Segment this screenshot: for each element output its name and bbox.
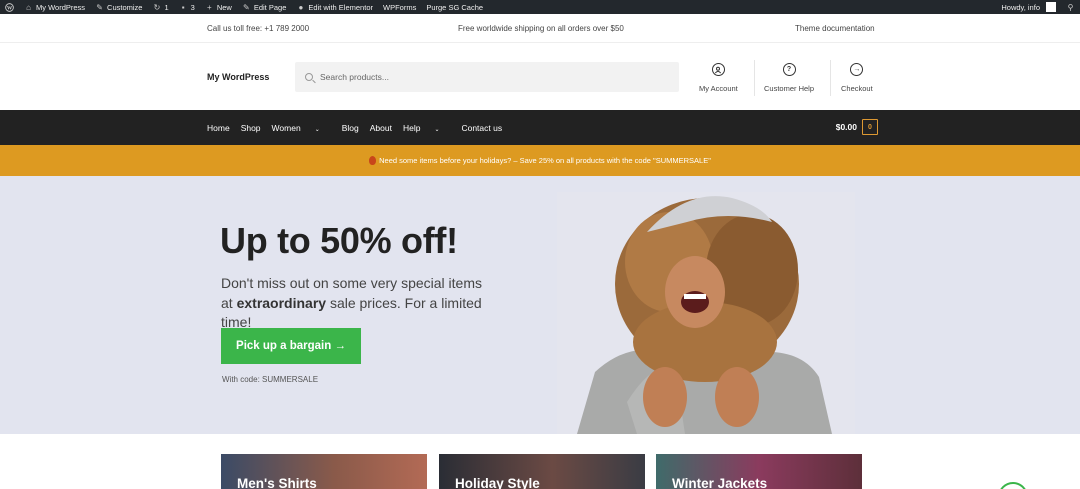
nav-item-blog[interactable]: Blog bbox=[342, 123, 359, 133]
category-tile-mens-shirts[interactable]: Men's Shirts bbox=[221, 454, 427, 489]
admin-site-name-label: My WordPress bbox=[36, 2, 86, 12]
howdy-label: Howdy, info bbox=[1001, 2, 1040, 12]
admin-edit-page-label: Edit Page bbox=[253, 2, 287, 12]
pencil-icon: ✎ bbox=[242, 2, 250, 12]
nav-item-contact[interactable]: Contact us bbox=[461, 123, 502, 133]
chevron-down-icon: ⌄ bbox=[434, 126, 440, 133]
cart-count-badge: 0 bbox=[862, 119, 878, 135]
hero-model-image bbox=[557, 192, 855, 434]
checkout-link[interactable]: → Checkout bbox=[841, 63, 873, 93]
wordpress-logo-icon: W bbox=[5, 2, 14, 12]
hero-section: Up to 50% off! Don't miss out on some ve… bbox=[0, 176, 1080, 434]
category-tile-label: Men's Shirts bbox=[237, 476, 317, 489]
site-header: My WordPress My Account ? Customer Help … bbox=[0, 43, 1080, 110]
promo-text: Need some items before your holidays? – … bbox=[379, 156, 711, 165]
pick-bargain-button[interactable]: Pick up a bargain → bbox=[221, 328, 361, 364]
brush-icon: ✎ bbox=[96, 2, 103, 12]
category-tile-label: Winter Jackets bbox=[672, 476, 768, 489]
admin-edit-elementor[interactable]: ● Edit with Elementor bbox=[291, 0, 378, 14]
admin-edit-elementor-label: Edit with Elementor bbox=[308, 2, 373, 12]
header-divider bbox=[830, 60, 831, 96]
admin-search[interactable]: ⚲ bbox=[1061, 0, 1080, 14]
elementor-icon: ● bbox=[298, 2, 304, 12]
refresh-icon: ↻ bbox=[153, 2, 161, 12]
product-search[interactable] bbox=[295, 62, 679, 92]
hero-subtitle: Don't miss out on some very special item… bbox=[221, 274, 491, 333]
hero-title: Up to 50% off! bbox=[220, 220, 458, 261]
nav-item-about[interactable]: About bbox=[370, 123, 392, 133]
hero-subtitle-bold: extraordinary bbox=[236, 294, 327, 311]
arrow-right-circle-icon: → bbox=[850, 63, 864, 76]
nav-item-help-label: Help bbox=[402, 122, 421, 133]
primary-nav: Home Shop Women ⌄ Blog About Help ⌄ Contac… bbox=[0, 110, 1080, 145]
admin-purge-cache[interactable]: Purge SG Cache bbox=[421, 0, 488, 14]
avatar bbox=[1046, 2, 1056, 12]
checkout-label: Checkout bbox=[841, 84, 873, 93]
admin-wpforms-label: WPForms bbox=[383, 2, 417, 12]
my-account-label: My Account bbox=[699, 84, 738, 93]
admin-purge-cache-label: Purge SG Cache bbox=[426, 2, 484, 12]
search-icon bbox=[305, 73, 313, 81]
nav-item-shop[interactable]: Shop bbox=[241, 123, 261, 133]
site-title[interactable]: My WordPress bbox=[207, 72, 269, 82]
comment-icon: ▪ bbox=[181, 2, 185, 12]
user-icon bbox=[711, 63, 725, 76]
admin-account-menu[interactable]: Howdy, info bbox=[996, 0, 1061, 14]
customer-help-label: Customer Help bbox=[764, 84, 815, 93]
customer-help-link[interactable]: ? Customer Help bbox=[764, 63, 814, 93]
help-icon: ? bbox=[782, 63, 796, 76]
cart-total: $0.00 bbox=[835, 122, 857, 132]
nav-item-home[interactable]: Home bbox=[207, 123, 230, 133]
phone-text: Call us toll free: +1 789 2000 bbox=[207, 24, 310, 33]
theme-docs-link[interactable]: Theme documentation bbox=[795, 24, 875, 33]
chat-widget-button[interactable] bbox=[998, 482, 1028, 489]
fire-icon bbox=[369, 156, 377, 165]
shipping-text: Free worldwide shipping on all orders ov… bbox=[458, 24, 624, 33]
admin-customize[interactable]: ✎ Customize bbox=[90, 0, 147, 14]
category-tile-label: Holiday Style bbox=[455, 476, 540, 489]
admin-new[interactable]: + New bbox=[200, 0, 237, 14]
nav-item-women[interactable]: Women ⌄ bbox=[272, 123, 331, 133]
wp-logo-menu[interactable]: W bbox=[0, 0, 19, 14]
admin-comments-count: 3 bbox=[190, 2, 195, 12]
admin-updates[interactable]: ↻ 1 bbox=[147, 0, 173, 14]
my-account-link[interactable]: My Account bbox=[699, 63, 738, 93]
search-input[interactable] bbox=[320, 72, 660, 82]
header-divider bbox=[754, 60, 755, 96]
admin-wpforms[interactable]: WPForms bbox=[378, 0, 421, 14]
category-tile-winter-jackets[interactable]: Winter Jackets bbox=[656, 454, 862, 489]
category-tile-holiday-style[interactable]: Holiday Style bbox=[439, 454, 645, 489]
info-bar: Call us toll free: +1 789 2000 Free worl… bbox=[0, 14, 1080, 43]
wp-admin-bar: W ⌂ My WordPress ✎ Customize ↻ 1 ▪ 3 + N… bbox=[0, 0, 1080, 14]
nav-item-women-label: Women bbox=[271, 122, 301, 133]
admin-customize-label: Customize bbox=[107, 2, 143, 12]
promo-code-text: With code: SUMMERSALE bbox=[222, 375, 319, 384]
admin-updates-count: 1 bbox=[164, 2, 169, 12]
admin-site-name[interactable]: ⌂ My WordPress bbox=[19, 0, 90, 14]
admin-edit-page[interactable]: ✎ Edit Page bbox=[237, 0, 292, 14]
cart-link[interactable]: $0.00 0 bbox=[836, 119, 878, 135]
chevron-down-icon: ⌄ bbox=[314, 126, 320, 133]
admin-comments[interactable]: ▪ 3 bbox=[174, 0, 200, 14]
admin-new-label: New bbox=[216, 2, 232, 12]
promo-banner: Need some items before your holidays? – … bbox=[0, 145, 1080, 176]
nav-item-help[interactable]: Help ⌄ bbox=[403, 123, 451, 133]
home-icon: ⌂ bbox=[26, 2, 31, 12]
svg-text:W: W bbox=[7, 5, 13, 11]
plus-icon: + bbox=[206, 2, 212, 12]
search-icon: ⚲ bbox=[1067, 2, 1074, 12]
